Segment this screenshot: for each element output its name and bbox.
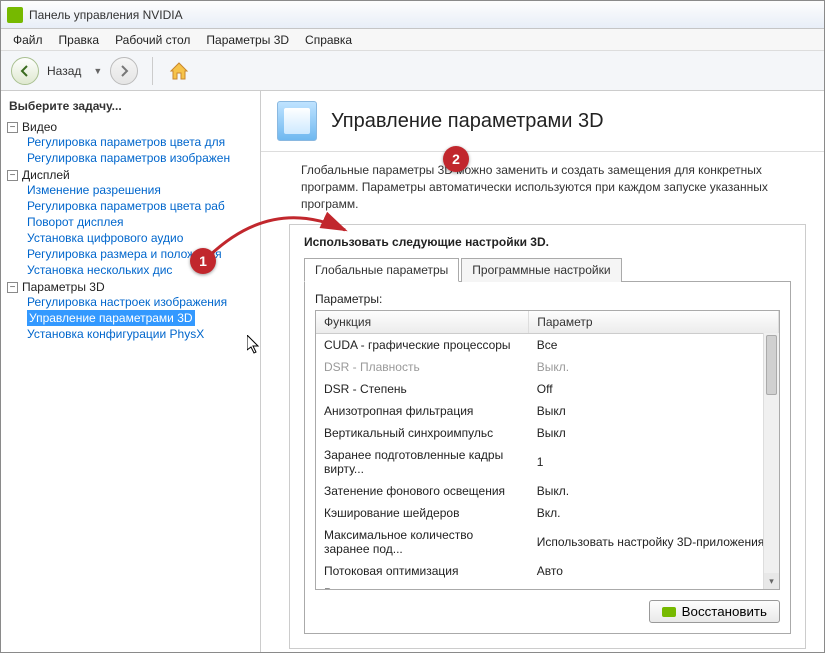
cell-parameter: 1 [529, 444, 779, 480]
body: Выберите задачу... −Видео Регулировка па… [1, 91, 824, 652]
tree-item-manage-3d[interactable]: Управление параметрами 3D [27, 310, 195, 326]
tree-toggle-icon[interactable]: − [7, 122, 18, 133]
table-row[interactable]: Затенение фонового освещенияВыкл. [316, 480, 779, 502]
back-label: Назад [47, 64, 81, 78]
tree-toggle-icon[interactable]: − [7, 170, 18, 181]
cell-function: CUDA - графические процессоры [316, 334, 529, 357]
scroll-down-icon[interactable]: ▾ [764, 573, 779, 589]
tree-item[interactable]: Установка конфигурации PhysX [27, 327, 204, 341]
scrollbar[interactable]: ▾ [763, 333, 779, 589]
tree-item[interactable]: Регулировка параметров цвета раб [27, 199, 225, 213]
tree-item[interactable]: Регулировка параметров цвета для [27, 135, 225, 149]
tree-item[interactable]: Регулировка параметров изображен [27, 151, 230, 165]
tab-global[interactable]: Глобальные параметры [304, 258, 459, 282]
cell-function: Потоковая оптимизация [316, 560, 529, 582]
menu-help[interactable]: Справка [297, 31, 360, 49]
table-row[interactable]: Вертикальный синхроимпульсВыкл [316, 422, 779, 444]
nvidia-control-panel-window: Панель управления NVIDIA Файл Правка Раб… [0, 0, 825, 653]
table-row[interactable]: Заранее подготовленные кадры вирту...1 [316, 444, 779, 480]
nvidia-logo-icon [662, 607, 676, 617]
callout-marker-2: 2 [443, 146, 469, 172]
settings-box-title: Использовать следующие настройки 3D. [304, 235, 791, 249]
tree-category-3d[interactable]: Параметры 3D [22, 280, 105, 294]
tree-item[interactable]: Установка нескольких дис [27, 263, 172, 277]
nvidia-icon [7, 7, 23, 23]
cell-function: Режим управления электропитанием [316, 582, 529, 590]
table-row[interactable]: Потоковая оптимизацияАвто [316, 560, 779, 582]
home-button[interactable] [167, 59, 191, 83]
titlebar[interactable]: Панель управления NVIDIA [1, 1, 824, 29]
sidebar: Выберите задачу... −Видео Регулировка па… [1, 91, 261, 652]
intro-text: Глобальные параметры 3D можно заменить и… [261, 152, 824, 216]
table-row[interactable]: CUDA - графические процессорыВсе [316, 334, 779, 357]
3d-settings-icon [277, 101, 317, 141]
table-row[interactable]: Кэширование шейдеровВкл. [316, 502, 779, 524]
tree-toggle-icon[interactable]: − [7, 282, 18, 293]
tree-item[interactable]: Регулировка настроек изображения [27, 295, 227, 309]
tab-body: Параметры: Функция Параметр CUDA - графи… [304, 282, 791, 634]
tree-category-video[interactable]: Видео [22, 120, 57, 134]
cell-parameter: Выкл [529, 422, 779, 444]
menu-params3d[interactable]: Параметры 3D [198, 31, 297, 49]
cell-function: Максимальное количество заранее под... [316, 524, 529, 560]
tree-category-display[interactable]: Дисплей [22, 168, 70, 182]
arrow-right-icon [117, 64, 131, 78]
table-row[interactable]: Максимальное количество заранее под...Ис… [316, 524, 779, 560]
cell-parameter: Адаптивный [529, 582, 779, 590]
menubar: Файл Правка Рабочий стол Параметры 3D Сп… [1, 29, 824, 51]
cell-function: Заранее подготовленные кадры вирту... [316, 444, 529, 480]
table-row[interactable]: DSR - СтепеньOff [316, 378, 779, 400]
cell-function: DSR - Степень [316, 378, 529, 400]
window-title: Панель управления NVIDIA [29, 8, 183, 22]
forward-button[interactable] [110, 57, 138, 85]
cell-function: Кэширование шейдеров [316, 502, 529, 524]
home-icon [168, 60, 190, 82]
sidebar-title: Выберите задачу... [7, 97, 260, 119]
cell-parameter: Все [529, 334, 779, 357]
scrollbar-thumb[interactable] [766, 335, 777, 395]
col-parameter[interactable]: Параметр [529, 311, 779, 334]
cell-parameter: Вкл. [529, 502, 779, 524]
params-label: Параметры: [315, 292, 780, 306]
cell-function: Анизотропная фильтрация [316, 400, 529, 422]
table-row[interactable]: Режим управления электропитаниемАдаптивн… [316, 582, 779, 590]
cell-function: Вертикальный синхроимпульс [316, 422, 529, 444]
cell-function: DSR - Плавность [316, 356, 529, 378]
restore-button[interactable]: Восстановить [649, 600, 780, 623]
col-function[interactable]: Функция [316, 311, 529, 334]
table-row[interactable]: Анизотропная фильтрацияВыкл [316, 400, 779, 422]
menu-edit[interactable]: Правка [51, 31, 108, 49]
arrow-left-icon [18, 64, 32, 78]
page-header: Управление параметрами 3D [261, 91, 824, 152]
cell-parameter: Off [529, 378, 779, 400]
callout-marker-1: 1 [190, 248, 216, 274]
menu-desktop[interactable]: Рабочий стол [107, 31, 198, 49]
toolbar: Назад ▼ [1, 51, 824, 91]
cell-parameter: Использовать настройку 3D-приложения [529, 524, 779, 560]
cell-parameter: Выкл. [529, 356, 779, 378]
table-row[interactable]: DSR - ПлавностьВыкл. [316, 356, 779, 378]
page-title: Управление параметрами 3D [331, 110, 604, 133]
tree-item[interactable]: Изменение разрешения [27, 183, 161, 197]
tree-item[interactable]: Поворот дисплея [27, 215, 124, 229]
task-tree: −Видео Регулировка параметров цвета для … [7, 119, 260, 343]
restore-label: Восстановить [682, 604, 767, 619]
toolbar-separator [152, 57, 153, 85]
cursor-icon [247, 335, 263, 360]
params-table[interactable]: Функция Параметр CUDA - графические проц… [315, 310, 780, 590]
tab-program[interactable]: Программные настройки [461, 258, 621, 282]
back-dropdown-icon[interactable]: ▼ [93, 66, 102, 76]
tabs: Глобальные параметры Программные настрой… [304, 257, 791, 282]
cell-function: Затенение фонового освещения [316, 480, 529, 502]
back-button[interactable] [11, 57, 39, 85]
cell-parameter: Выкл [529, 400, 779, 422]
cell-parameter: Выкл. [529, 480, 779, 502]
cell-parameter: Авто [529, 560, 779, 582]
main-panel: Управление параметрами 3D Глобальные пар… [261, 91, 824, 652]
menu-file[interactable]: Файл [5, 31, 51, 49]
tree-item[interactable]: Установка цифрового аудио [27, 231, 183, 245]
settings-box: Использовать следующие настройки 3D. Гло… [289, 224, 806, 649]
